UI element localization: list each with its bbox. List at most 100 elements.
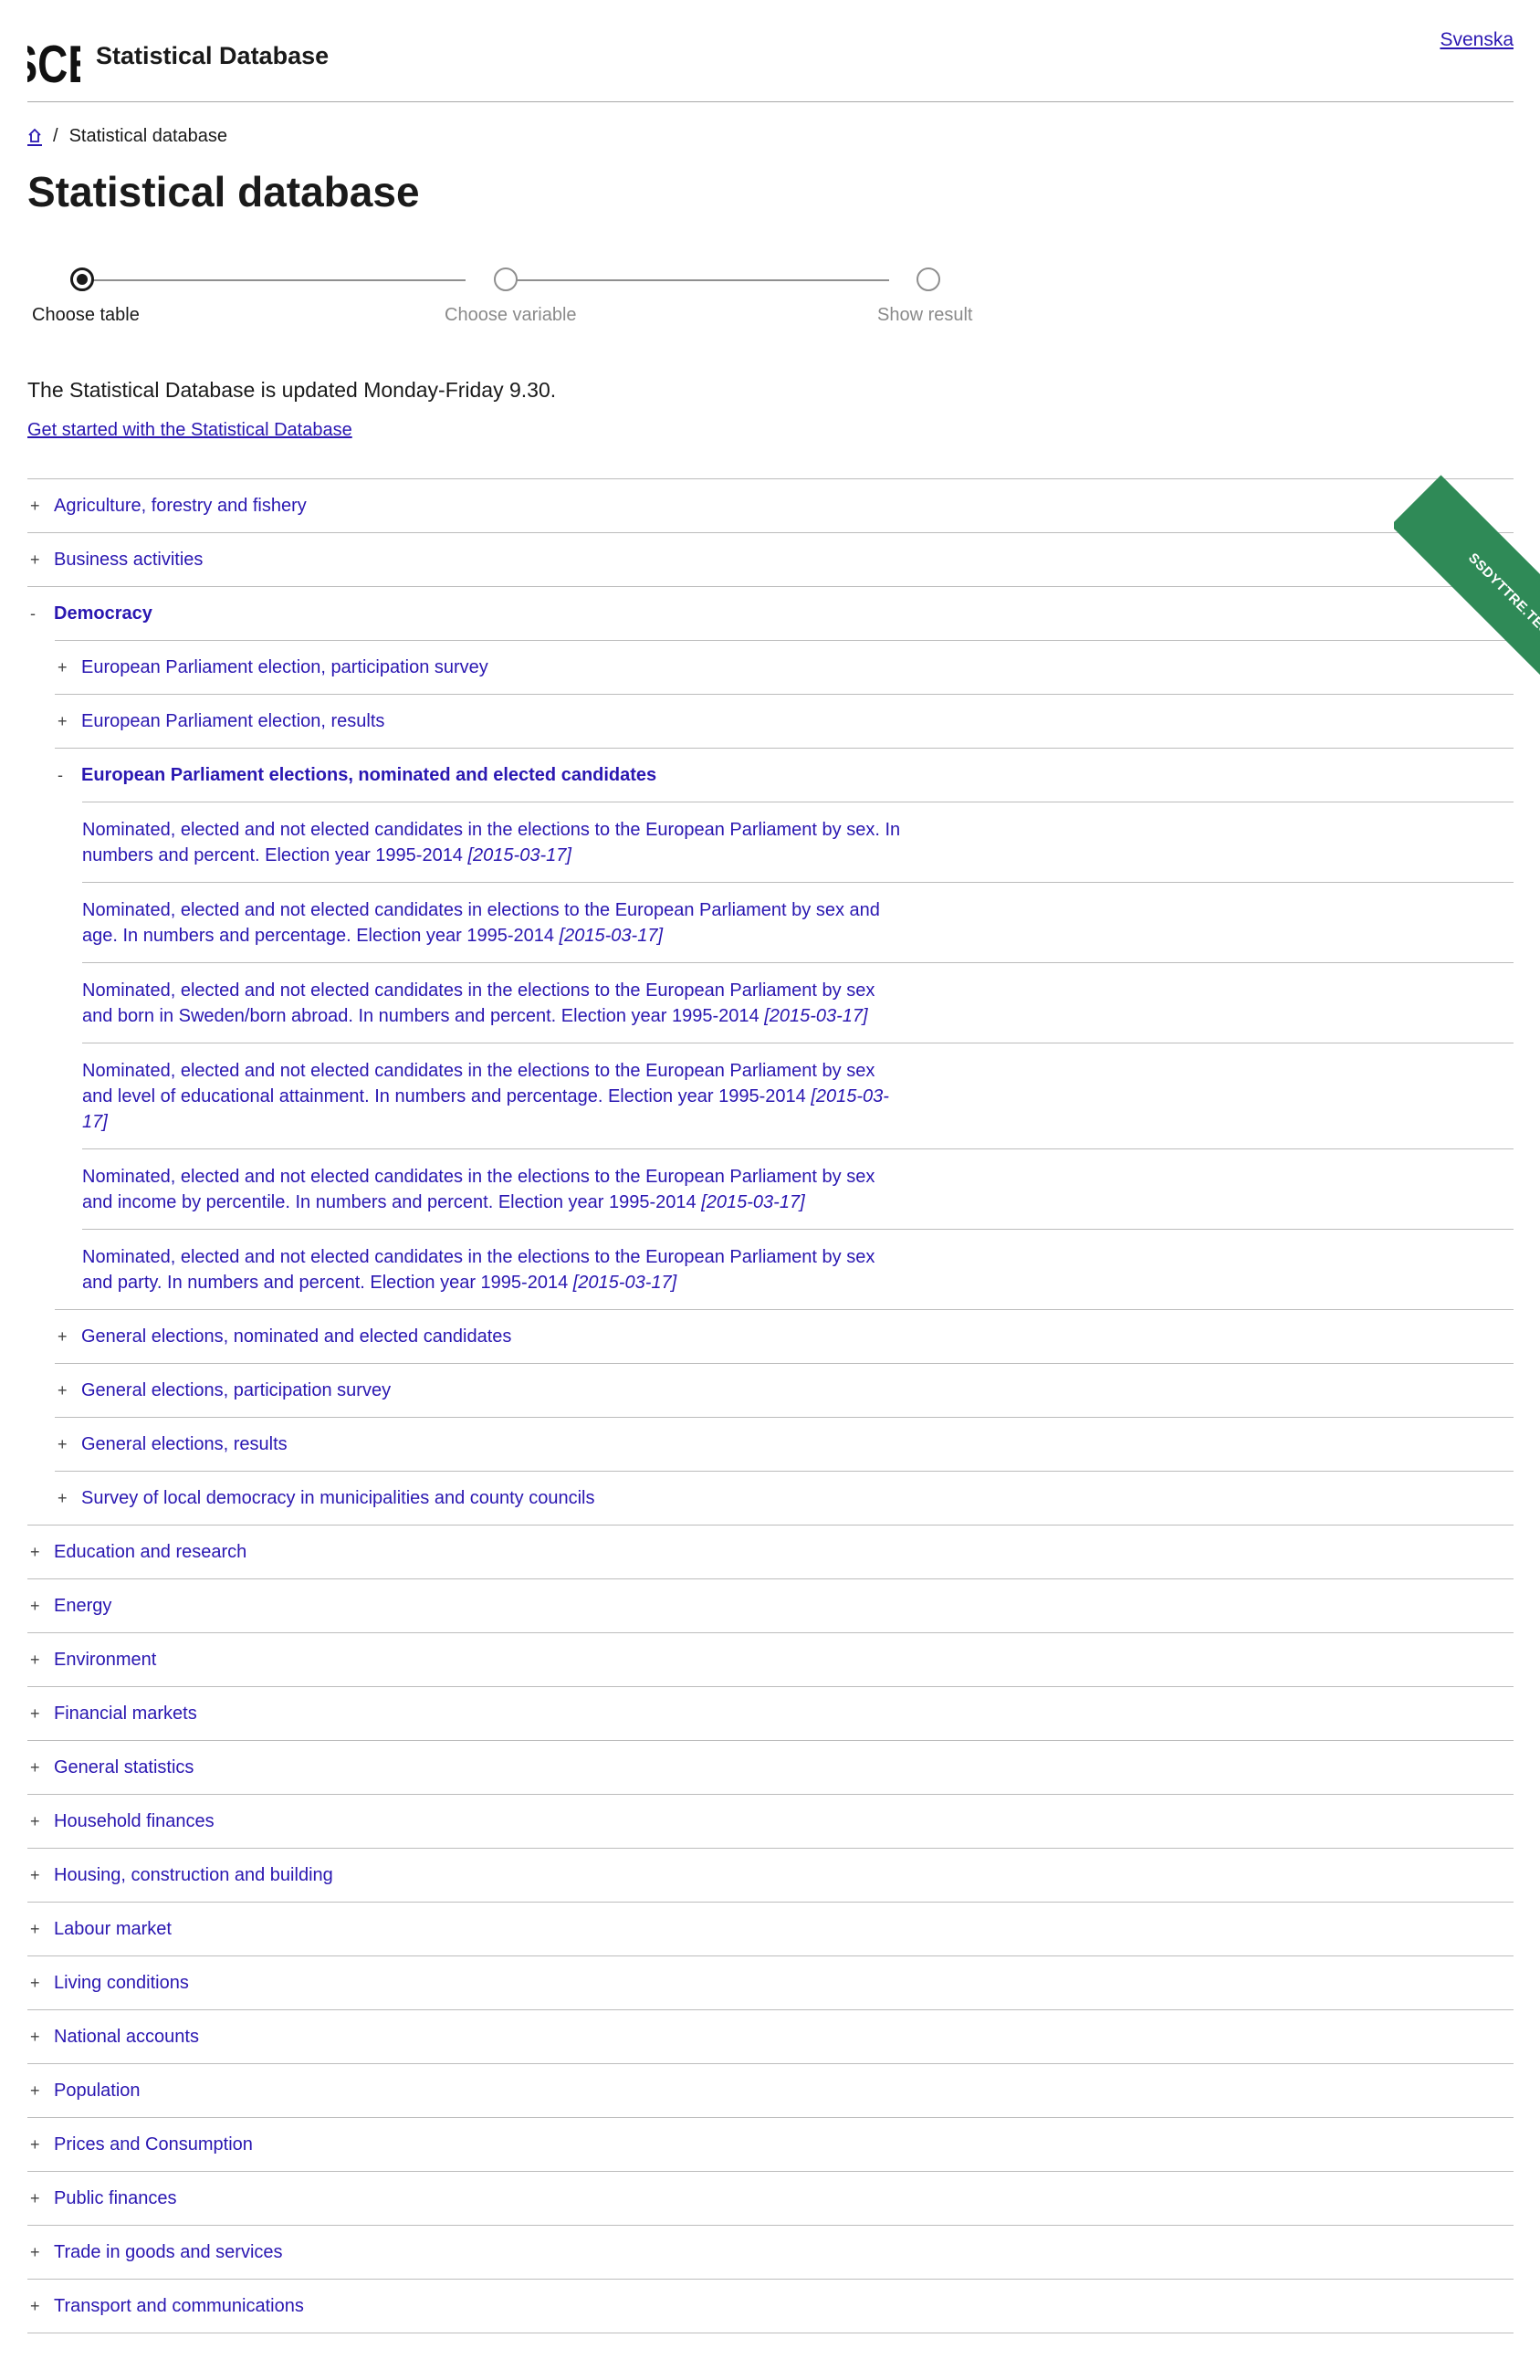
scb-logo-mark: SCB	[9, 36, 98, 94]
tree-item-national-accounts[interactable]: + National accounts	[27, 2009, 1514, 2063]
tree-item-education[interactable]: + Education and research	[27, 1525, 1514, 1578]
tree-item-label: Environment	[54, 1649, 157, 1670]
table-date: [2015-03-17]	[559, 926, 664, 946]
scb-logo-text: SCB	[27, 36, 80, 86]
plus-icon: +	[58, 1434, 68, 1453]
tree-item-label: Household finances	[54, 1810, 215, 1831]
plus-icon: +	[58, 1326, 68, 1346]
plus-icon: +	[30, 2134, 40, 2154]
table-title: Nominated, elected and not elected candi…	[82, 1247, 875, 1293]
tree-item-label: General elections, nominated and elected…	[81, 1326, 512, 1347]
plus-icon: +	[58, 711, 68, 730]
environment-ribbon-label: SSDYTTRE.TEST	[1394, 475, 1540, 712]
plus-icon: +	[30, 496, 40, 515]
plus-icon: +	[30, 2296, 40, 2315]
tree-item-general-elections-candidates[interactable]: + General elections, nominated and elect…	[55, 1309, 1514, 1363]
step-choose-variable-indicator	[494, 267, 518, 291]
home-icon[interactable]	[27, 128, 42, 146]
plus-icon: +	[30, 2242, 40, 2261]
tree-item-ep-results[interactable]: + European Parliament election, results	[55, 694, 1514, 748]
plus-icon: +	[30, 1973, 40, 1992]
table-link[interactable]: Nominated, elected and not elected candi…	[82, 1229, 1514, 1309]
table-link[interactable]: Nominated, elected and not elected candi…	[82, 802, 1514, 882]
get-started-link[interactable]: Get started with the Statistical Databas…	[27, 420, 352, 441]
tree-item-household-finances[interactable]: + Household finances	[27, 1794, 1514, 1848]
step-show-result-label: Show result	[877, 305, 973, 325]
tree-item-label: European Parliament election, results	[81, 710, 385, 731]
tree-item-label: General statistics	[54, 1756, 194, 1777]
update-notice: The Statistical Database is updated Mond…	[27, 378, 557, 402]
table-link[interactable]: Nominated, elected and not elected candi…	[82, 1148, 1514, 1229]
tree-item-label: General elections, participation survey	[81, 1379, 392, 1400]
table-date: [2015-03-17]	[764, 1006, 868, 1026]
tree-item-label: National accounts	[54, 2026, 199, 2047]
tree-item-labour-market[interactable]: + Labour market	[27, 1902, 1514, 1955]
table-title: Nominated, elected and not elected candi…	[82, 980, 875, 1026]
tree-item-environment[interactable]: + Environment	[27, 1632, 1514, 1686]
progress-stepper: Choose table Choose variable Show result	[27, 265, 995, 338]
stepper-connector	[84, 279, 466, 281]
tree-item-transport[interactable]: + Transport and communications	[27, 2279, 1514, 2333]
site-header: SCB Statistical Database Svenska	[9, 27, 1514, 102]
tree-item-housing[interactable]: + Housing, construction and building	[27, 1848, 1514, 1902]
breadcrumb-separator: /	[53, 126, 58, 146]
tree-item-label: Labour market	[54, 1918, 172, 1939]
breadcrumb: / Statistical database	[27, 126, 227, 147]
tree-item-ep-participation-survey[interactable]: + European Parliament election, particip…	[55, 640, 1514, 694]
plus-icon: +	[30, 1757, 40, 1777]
stepper-connector	[508, 279, 889, 281]
tree-item-energy[interactable]: + Energy	[27, 1578, 1514, 1632]
tree-item-general-statistics[interactable]: + General statistics	[27, 1740, 1514, 1794]
step-choose-table-label: Choose table	[32, 305, 140, 325]
tree-item-general-elections-results[interactable]: + General elections, results	[55, 1417, 1514, 1471]
tree-item-label: Public finances	[54, 2187, 177, 2208]
plus-icon: +	[30, 1704, 40, 1723]
minus-icon: -	[58, 765, 63, 784]
tree-item-label: Survey of local democracy in municipalit…	[81, 1487, 595, 1508]
minus-icon: -	[30, 603, 36, 623]
tree-item-democracy[interactable]: - Democracy	[27, 586, 1514, 640]
tree-item-label: Population	[54, 2080, 141, 2101]
tree-item-label: Trade in goods and services	[54, 2241, 283, 2262]
plus-icon: +	[58, 657, 68, 676]
plus-icon: +	[58, 1488, 68, 1507]
plus-icon: +	[58, 1380, 68, 1400]
tree-item-label: Education and research	[54, 1541, 247, 1562]
environment-ribbon: SSDYTTRE.TEST	[1394, 475, 1540, 712]
tree-item-financial-markets[interactable]: + Financial markets	[27, 1686, 1514, 1740]
language-switch-link[interactable]: Svenska	[1440, 29, 1514, 51]
table-link[interactable]: Nominated, elected and not elected candi…	[82, 962, 1514, 1043]
tree-item-public-finances[interactable]: + Public finances	[27, 2171, 1514, 2225]
tree-item-label: European Parliament elections, nominated…	[81, 764, 657, 785]
plus-icon: +	[30, 1650, 40, 1669]
tree-item-living-conditions[interactable]: + Living conditions	[27, 1955, 1514, 2009]
tree-item-general-elections-participation[interactable]: + General elections, participation surve…	[55, 1363, 1514, 1417]
table-title: Nominated, elected and not elected candi…	[82, 900, 880, 946]
table-link[interactable]: Nominated, elected and not elected candi…	[82, 882, 1514, 962]
tree-item-trade[interactable]: + Trade in goods and services	[27, 2225, 1514, 2279]
tree-item-label: Living conditions	[54, 1972, 189, 1993]
table-date: [2015-03-17]	[467, 845, 571, 865]
step-show-result-indicator	[917, 267, 940, 291]
tree-item-agriculture[interactable]: + Agriculture, forestry and fishery	[27, 478, 1514, 532]
tree-item-label: Democracy	[54, 603, 152, 624]
plus-icon: +	[30, 1542, 40, 1561]
subject-tree: + Agriculture, forestry and fishery + Bu…	[27, 478, 1514, 2333]
tree-item-local-democracy-survey[interactable]: + Survey of local democracy in municipal…	[55, 1471, 1514, 1525]
plus-icon: +	[30, 2081, 40, 2100]
tree-item-label: Housing, construction and building	[54, 1864, 333, 1885]
app-title: Statistical Database	[96, 42, 330, 69]
plus-icon: +	[30, 1596, 40, 1615]
table-link[interactable]: Nominated, elected and not elected candi…	[82, 1043, 1514, 1148]
page-title: Statistical database	[27, 168, 420, 215]
plus-icon: +	[30, 1811, 40, 1830]
tree-item-label: Transport and communications	[54, 2295, 304, 2316]
tree-item-business-activities[interactable]: + Business activities	[27, 532, 1514, 586]
table-list: Nominated, elected and not elected candi…	[82, 802, 1514, 1309]
tree-item-label: General elections, results	[81, 1433, 288, 1454]
scb-logo[interactable]: SCB	[9, 27, 98, 94]
tree-item-prices-consumption[interactable]: + Prices and Consumption	[27, 2117, 1514, 2171]
step-choose-table-indicator	[70, 267, 94, 291]
tree-item-ep-candidates[interactable]: - European Parliament elections, nominat…	[55, 748, 1514, 802]
tree-item-population[interactable]: + Population	[27, 2063, 1514, 2117]
